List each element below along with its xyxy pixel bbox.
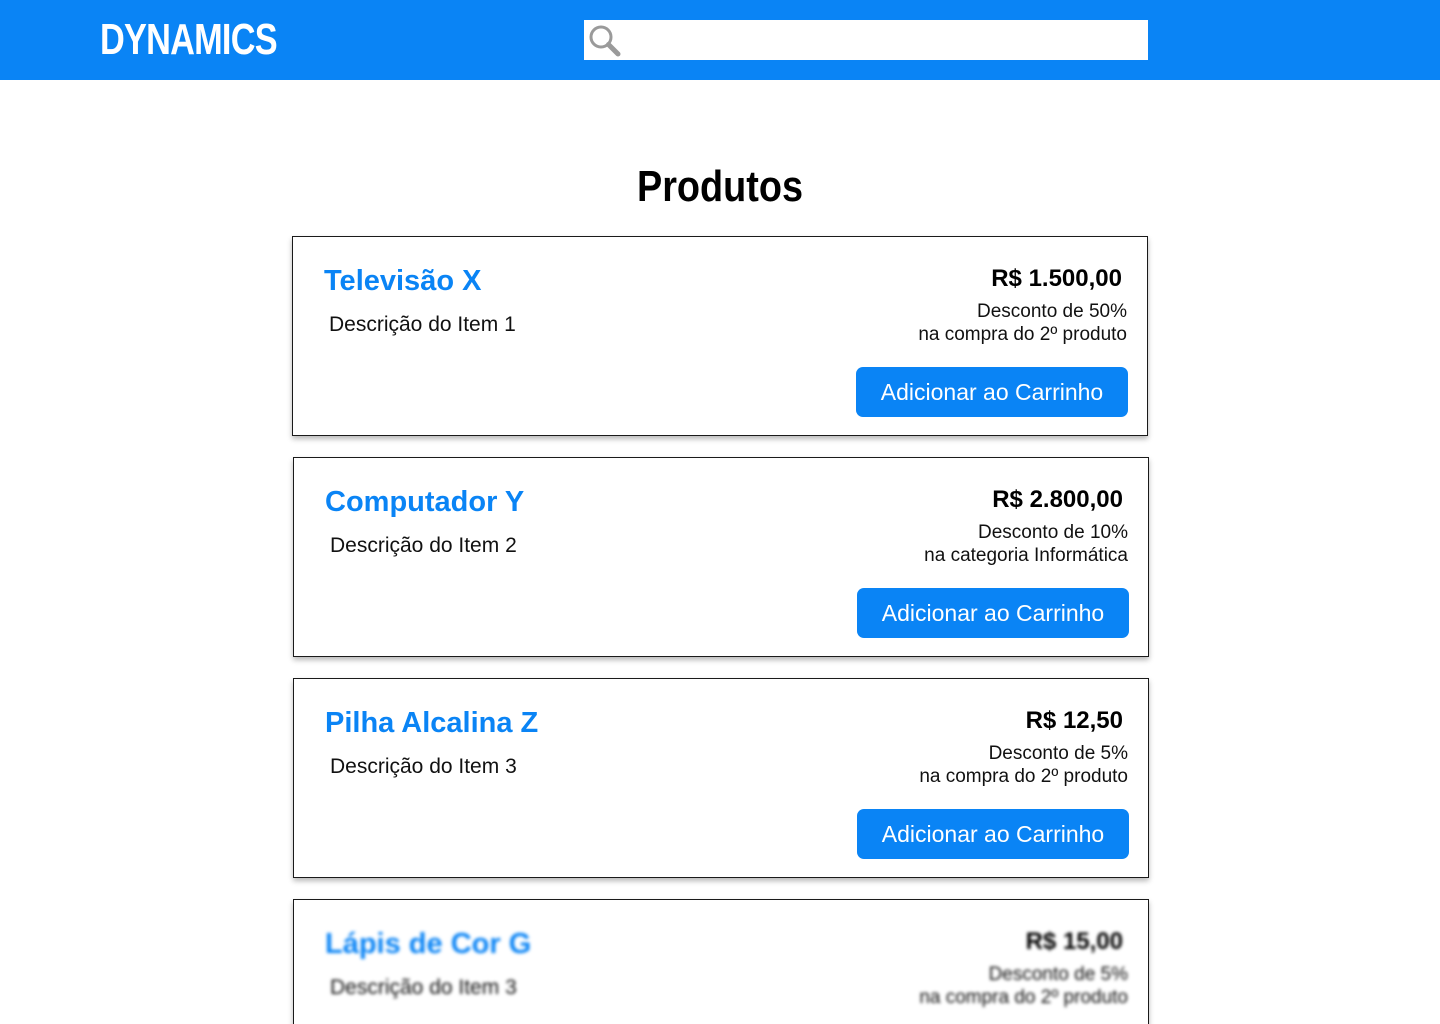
product-card: Lápis de Cor G Descrição do Item 3 R$ 15… (293, 899, 1149, 1024)
add-to-cart-button[interactable]: Adicionar ao Carrinho (856, 367, 1128, 417)
top-header: DYNAMICS (0, 0, 1440, 80)
product-name[interactable]: Computador Y (325, 484, 524, 520)
product-description: Descrição do Item 3 (330, 976, 517, 999)
product-discount: Desconto de 5% na compra do 2º produto (919, 742, 1128, 788)
product-price: R$ 12,50 (1025, 707, 1123, 734)
product-discount: Desconto de 50% na compra do 2º produto (918, 300, 1127, 346)
product-card: Computador Y Descrição do Item 2 R$ 2.80… (293, 457, 1149, 657)
product-name[interactable]: Pilha Alcalina Z (325, 705, 538, 741)
discount-line: na compra do 2º produto (919, 766, 1128, 787)
product-price: R$ 2.800,00 (992, 486, 1123, 513)
product-price: R$ 15,00 (1025, 928, 1123, 955)
discount-line: Desconto de 50% (977, 301, 1127, 322)
product-name[interactable]: Lápis de Cor G (325, 926, 531, 962)
discount-line: na compra do 2º produto (918, 324, 1127, 345)
product-description: Descrição do Item 1 (329, 313, 516, 336)
product-card: Pilha Alcalina Z Descrição do Item 3 R$ … (293, 678, 1149, 878)
discount-line: Desconto de 5% (988, 743, 1128, 764)
product-card: Televisão X Descrição do Item 1 R$ 1.500… (292, 236, 1148, 436)
product-discount: Desconto de 5% na compra do 2º produto (919, 963, 1128, 1009)
discount-line: Desconto de 10% (978, 522, 1128, 543)
app-logo[interactable]: DYNAMICS (100, 14, 278, 66)
discount-line: na categoria Informática (924, 545, 1128, 566)
search-bar[interactable] (584, 20, 1148, 60)
product-discount: Desconto de 10% na categoria Informática (924, 521, 1128, 567)
page-title: Produtos (636, 162, 804, 211)
product-description: Descrição do Item 3 (330, 755, 517, 778)
search-icon[interactable] (586, 22, 622, 58)
search-input[interactable] (624, 20, 1144, 60)
add-to-cart-button[interactable]: Adicionar ao Carrinho (857, 809, 1129, 859)
product-name[interactable]: Televisão X (324, 263, 481, 299)
product-price: R$ 1.500,00 (991, 265, 1122, 292)
product-description: Descrição do Item 2 (330, 534, 517, 557)
add-to-cart-button[interactable]: Adicionar ao Carrinho (857, 588, 1129, 638)
discount-line: Desconto de 5% (988, 964, 1128, 985)
discount-line: na compra do 2º produto (919, 987, 1128, 1008)
